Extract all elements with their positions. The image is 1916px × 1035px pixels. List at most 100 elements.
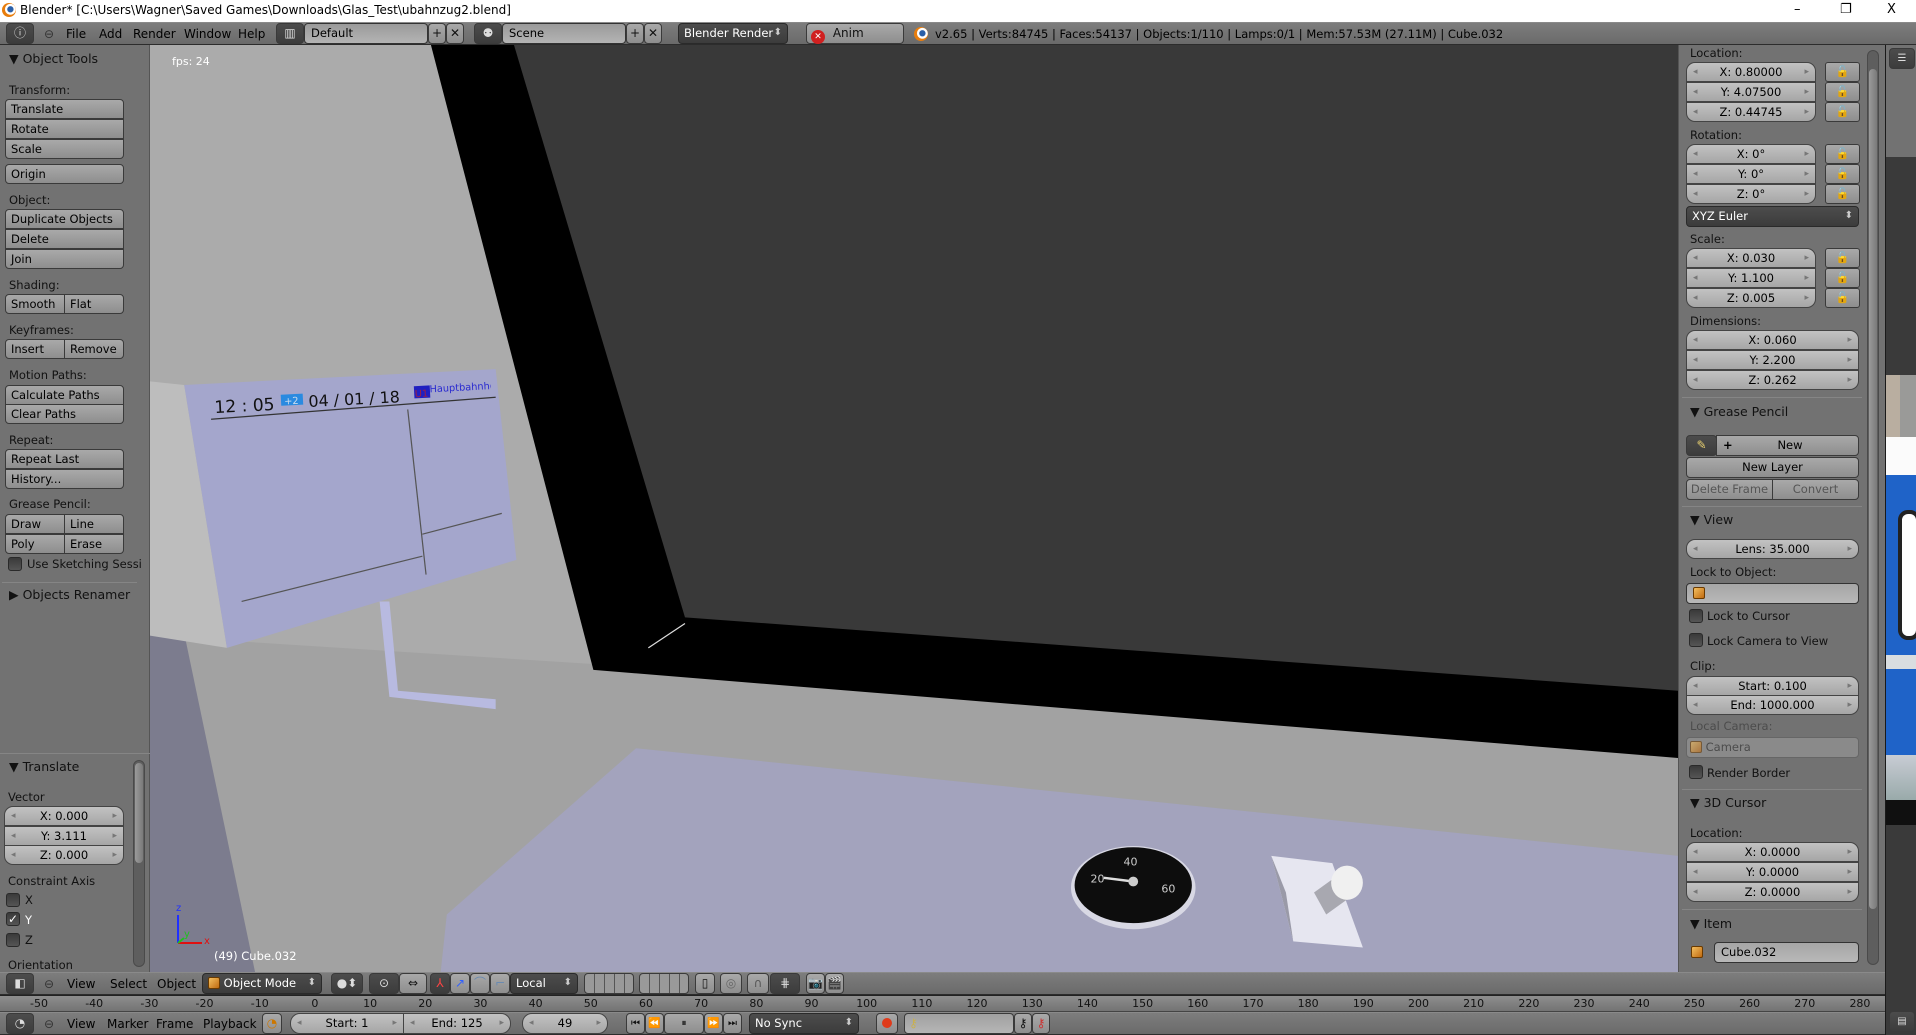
convert-button[interactable]: Convert xyxy=(1772,479,1859,500)
rotation-mode-dropdown[interactable]: XYZ Euler xyxy=(1686,206,1859,227)
image-editor-icon[interactable]: ▤ xyxy=(1889,1011,1915,1032)
menu-marker[interactable]: Marker xyxy=(107,1017,148,1031)
jump-to-start-icon[interactable]: ⏮ xyxy=(626,1013,645,1034)
render-opengl-animation-icon[interactable]: 🎬 xyxy=(825,973,844,994)
lock-rotation-x-icon[interactable]: 🔓 xyxy=(1825,144,1860,164)
3d-viewport[interactable]: 12 : 05 +2 04 / 01 / 18 U1 Hauptbahnhof … xyxy=(150,45,1678,972)
transform-manipulator-icon[interactable]: ⅄ xyxy=(430,973,450,994)
smooth-button[interactable]: Smooth xyxy=(5,294,65,314)
jump-to-keyframe-forward-icon[interactable]: ⏩ xyxy=(704,1013,723,1034)
clip-start-field[interactable]: Start: 0.100 xyxy=(1686,676,1859,696)
scale-manipulator-icon[interactable]: ⌐ xyxy=(490,973,510,994)
jump-to-end-icon[interactable]: ⏭ xyxy=(723,1013,742,1034)
local-camera-field[interactable]: Camera xyxy=(1686,737,1859,758)
translate-operator-header[interactable]: ▼ Translate xyxy=(9,759,79,774)
pivot-point-button[interactable]: ⊙ xyxy=(369,973,399,994)
manipulate-center-points-icon[interactable]: ⇔ xyxy=(399,973,427,994)
duplicate-objects-button[interactable]: Duplicate Objects xyxy=(5,209,124,229)
dimensions-x-field[interactable]: X: 0.060 xyxy=(1686,330,1859,350)
translate-button[interactable]: Translate xyxy=(5,99,124,119)
location-x-field[interactable]: X: 0.80000 xyxy=(1686,62,1816,82)
delete-keyframe-icon[interactable]: ⚷ xyxy=(1032,1013,1050,1034)
menu-frame[interactable]: Frame xyxy=(156,1017,193,1031)
clip-end-field[interactable]: End: 1000.000 xyxy=(1686,695,1859,715)
translate-manipulator-icon[interactable]: ↗ xyxy=(450,973,470,994)
add-screen-icon[interactable]: + xyxy=(428,23,446,44)
history-button[interactable]: History... xyxy=(5,469,124,489)
collapse-menu-icon[interactable]: ⊖ xyxy=(44,977,54,991)
auto-keying-record-button[interactable] xyxy=(876,1013,898,1034)
editor-type-3d-view-button[interactable]: ◧ xyxy=(6,973,34,994)
jump-to-keyframe-back-icon[interactable]: ⏪ xyxy=(645,1013,664,1034)
scale-x-field[interactable]: X: 0.030 xyxy=(1686,248,1816,268)
minimize-button[interactable]: – xyxy=(1794,2,1801,17)
scene-icon[interactable]: ⚉ xyxy=(474,23,502,44)
remove-keyframe-button[interactable]: Remove xyxy=(64,339,124,359)
cursor-y-field[interactable]: Y: 0.0000 xyxy=(1686,862,1859,882)
pause-icon[interactable]: ⏸ xyxy=(664,1013,704,1034)
repeat-last-button[interactable]: Repeat Last xyxy=(5,449,124,469)
grease-pencil-header[interactable]: ▼ Grease Pencil xyxy=(1690,404,1788,419)
menu-select[interactable]: Select xyxy=(110,977,147,991)
insert-keyframe-icon[interactable]: ⚷ xyxy=(1014,1013,1032,1034)
line-button[interactable]: Line xyxy=(64,514,124,534)
new-grease-pencil-button[interactable]: + New xyxy=(1716,435,1859,456)
view-header[interactable]: ▼ View xyxy=(1690,512,1733,527)
lock-scale-x-icon[interactable]: 🔓 xyxy=(1825,248,1860,268)
item-name-field[interactable]: Cube.032 xyxy=(1714,942,1859,963)
item-header[interactable]: ▼ Item xyxy=(1690,916,1732,931)
rotation-y-field[interactable]: Y: 0° xyxy=(1686,164,1816,184)
dimensions-y-field[interactable]: Y: 2.200 xyxy=(1686,350,1859,370)
lock-layers-icon[interactable]: ▯ xyxy=(695,973,715,994)
current-frame-field[interactable]: 49 xyxy=(522,1013,608,1034)
vector-z-field[interactable]: Z: 0.000 xyxy=(4,845,124,865)
sync-mode-dropdown[interactable]: No Sync xyxy=(749,1013,859,1034)
scene-layers-1-icon[interactable] xyxy=(584,973,634,994)
location-y-field[interactable]: Y: 4.07500 xyxy=(1686,82,1816,102)
timeline-ruler[interactable]: -50 -40 -30 -20 -10 0 10 20 30 40 50 60 70 80 90 100 110… xyxy=(0,995,1885,1012)
lock-location-z-icon[interactable]: 🔓 xyxy=(1825,102,1860,122)
3d-cursor-header[interactable]: ▼ 3D Cursor xyxy=(1690,795,1766,810)
maximize-button[interactable]: ❐ xyxy=(1840,2,1852,17)
add-scene-icon[interactable]: + xyxy=(626,23,644,44)
render-opengl-image-icon[interactable]: 📷 xyxy=(806,973,825,994)
clear-paths-button[interactable]: Clear Paths xyxy=(5,404,124,424)
lens-field[interactable]: Lens: 35.000 xyxy=(1686,539,1859,559)
calculate-paths-button[interactable]: Calculate Paths xyxy=(5,385,124,405)
draw-button[interactable]: Draw xyxy=(5,514,65,534)
vector-x-field[interactable]: X: 0.000 xyxy=(4,806,124,826)
close-button[interactable]: X xyxy=(1887,2,1896,17)
menu-help[interactable]: Help xyxy=(238,27,265,41)
menu-add[interactable]: Add xyxy=(99,27,122,41)
keying-set-field[interactable]: ⚷ xyxy=(904,1013,1014,1034)
menu-file[interactable]: File xyxy=(66,27,86,41)
menu-render[interactable]: Render xyxy=(133,27,176,41)
poly-button[interactable]: Poly xyxy=(5,534,65,554)
menu-view[interactable]: View xyxy=(67,977,95,991)
scale-button[interactable]: Scale xyxy=(5,139,124,159)
dimensions-z-field[interactable]: Z: 0.262 xyxy=(1686,370,1859,390)
delete-screen-icon[interactable]: ✕ xyxy=(446,23,464,44)
anim-player-button[interactable]: ✕ Anim Player xyxy=(806,23,904,60)
lock-to-cursor-checkbox[interactable] xyxy=(1689,609,1703,623)
snap-element-icon[interactable]: ⋕ xyxy=(770,973,800,994)
operator-panel-scrollbar[interactable] xyxy=(133,760,145,967)
scale-y-field[interactable]: Y: 1.100 xyxy=(1686,268,1816,288)
preview-range-icon[interactable]: ◔ xyxy=(262,1013,282,1034)
render-border-checkbox[interactable] xyxy=(1689,765,1703,779)
constraint-y-checkbox[interactable]: ✓ xyxy=(6,912,20,926)
cursor-x-field[interactable]: X: 0.0000 xyxy=(1686,842,1859,862)
object-tools-header[interactable]: ▼ Object Tools xyxy=(9,51,98,66)
end-frame-field[interactable]: End: 125 xyxy=(403,1013,511,1034)
menu-window[interactable]: Window xyxy=(184,27,231,41)
menu-view[interactable]: View xyxy=(67,1017,95,1031)
screen-layout-icon[interactable]: ▥ xyxy=(276,23,304,44)
transform-orientation-dropdown[interactable]: Local xyxy=(510,973,578,994)
scale-z-field[interactable]: Z: 0.005 xyxy=(1686,288,1816,308)
delete-frame-button[interactable]: Delete Frame xyxy=(1686,479,1773,500)
delete-button[interactable]: Delete xyxy=(5,229,124,249)
editor-type-timeline-button[interactable]: ◔ xyxy=(6,1013,34,1034)
join-button[interactable]: Join xyxy=(5,249,124,269)
start-frame-field[interactable]: Start: 1 xyxy=(290,1013,404,1034)
delete-scene-icon[interactable]: ✕ xyxy=(644,23,662,44)
